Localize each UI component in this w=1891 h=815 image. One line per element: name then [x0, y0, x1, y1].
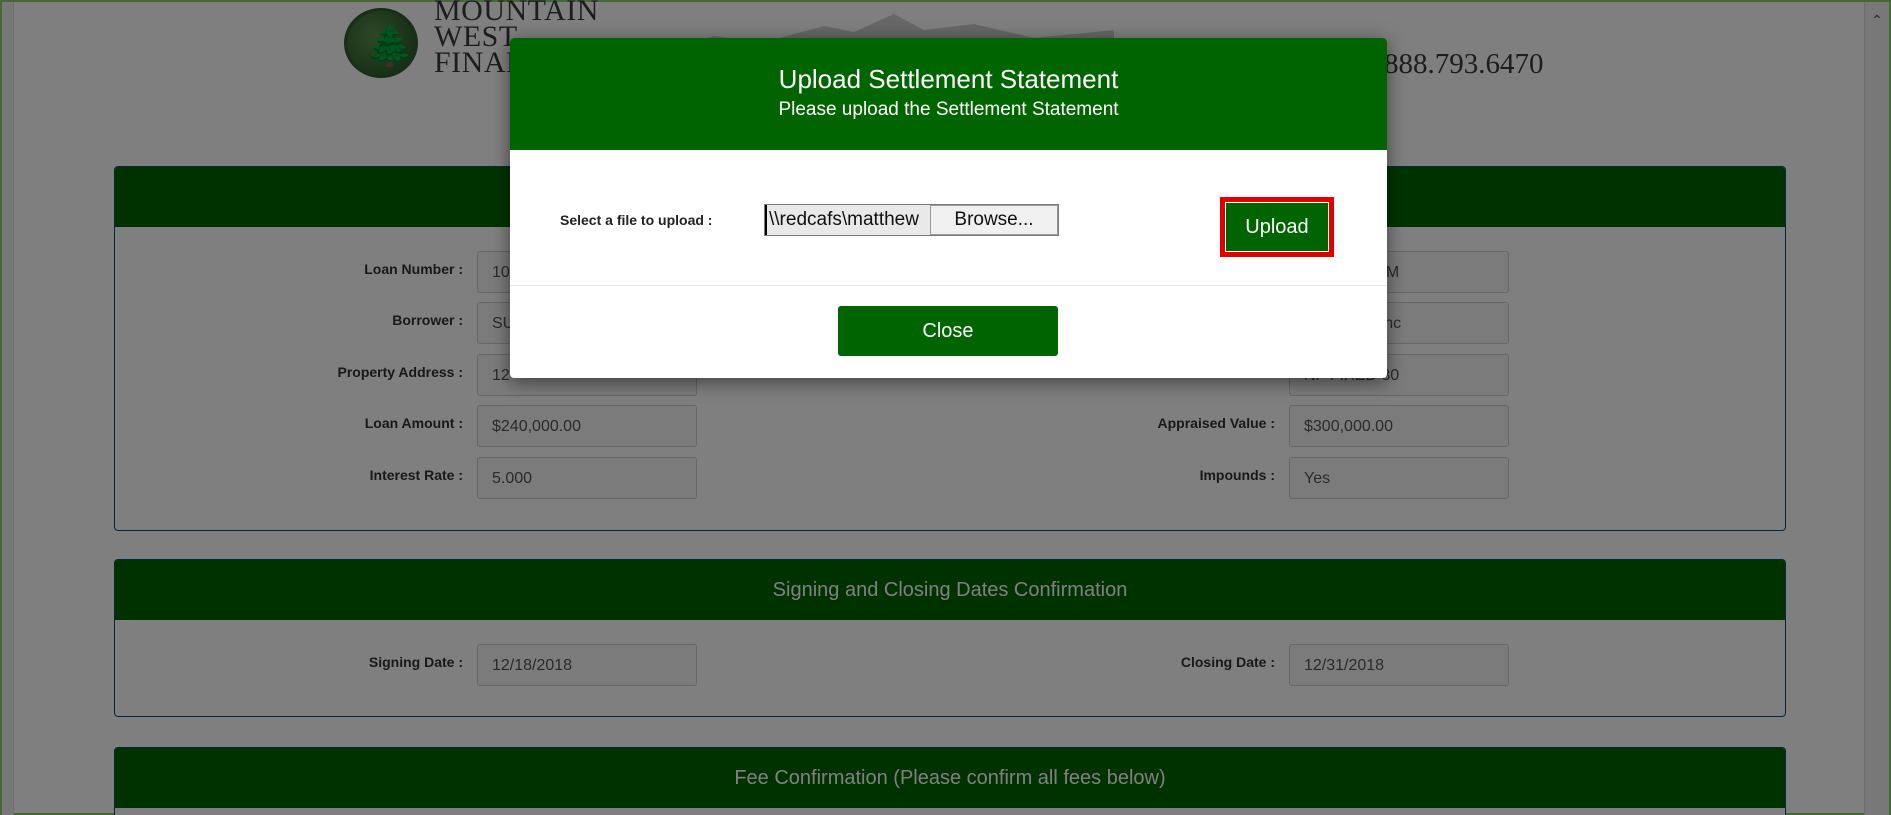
upload-button[interactable]: Upload [1225, 202, 1329, 252]
upload-settlement-modal: Upload Settlement Statement Please uploa… [510, 38, 1387, 378]
modal-title: Upload Settlement Statement [778, 64, 1119, 94]
browse-button[interactable]: Browse... [930, 205, 1058, 235]
modal-footer: Close [510, 286, 1387, 378]
modal-body: Select a file to upload : \\redcafs\matt… [510, 150, 1387, 286]
upload-button-highlight: Upload [1220, 197, 1334, 257]
modal-header: Upload Settlement Statement Please uploa… [510, 38, 1387, 150]
file-input[interactable]: \\redcafs\matthew Browse... [764, 204, 1059, 236]
file-upload-label: Select a file to upload : [560, 212, 713, 228]
modal-subtitle: Please upload the Settlement Statement [778, 99, 1119, 120]
close-button[interactable]: Close [838, 306, 1058, 356]
file-path-field[interactable]: \\redcafs\matthew [765, 205, 930, 235]
